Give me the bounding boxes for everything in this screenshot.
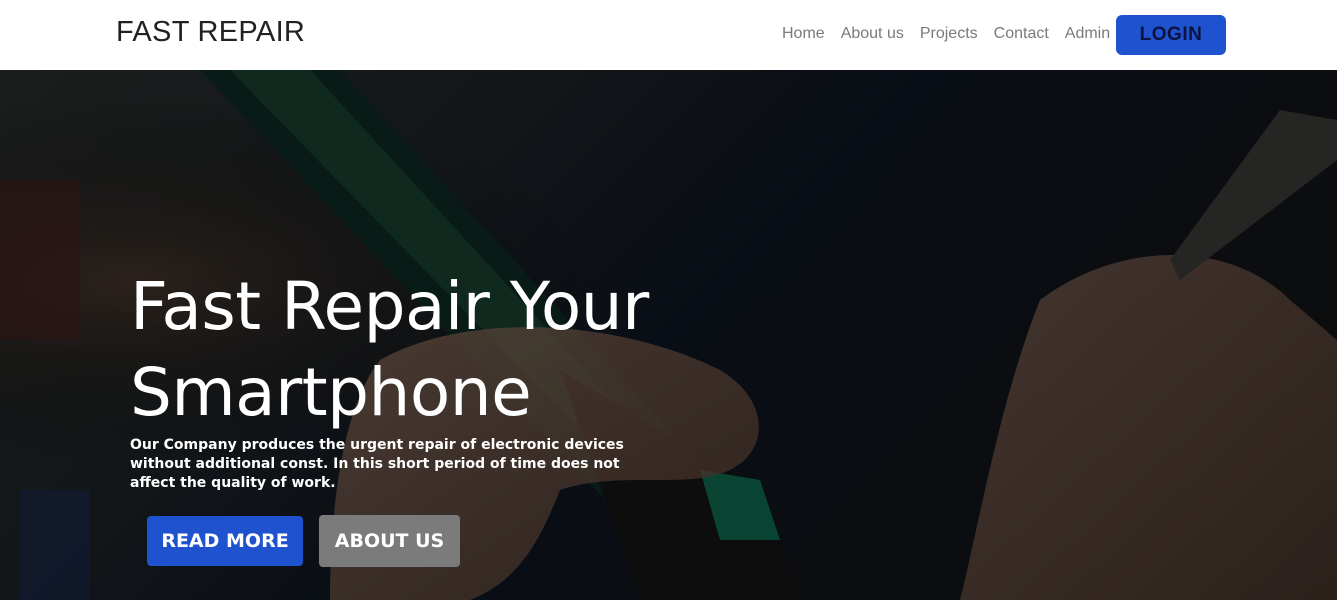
- login-button[interactable]: LOGIN: [1116, 15, 1226, 55]
- brand-logo-text[interactable]: FAST REPAIR: [116, 16, 305, 49]
- hero-description: Our Company produces the urgent repair o…: [130, 437, 624, 491]
- nav-link-home[interactable]: Home: [774, 25, 833, 43]
- nav-link-projects[interactable]: Projects: [912, 25, 986, 43]
- nav-link-contact[interactable]: Contact: [986, 25, 1057, 43]
- nav-link-about-us[interactable]: About us: [833, 25, 912, 43]
- nav-link-admin[interactable]: Admin: [1057, 25, 1118, 43]
- hero-title: Fast Repair Your Smartphone: [130, 268, 649, 431]
- read-more-button[interactable]: READ MORE: [147, 516, 303, 566]
- top-navbar: FAST REPAIR Home About us Projects Conta…: [0, 0, 1337, 70]
- hero-section: Fast Repair Your Smartphone Our Company …: [0, 70, 1337, 600]
- nav-links: Home About us Projects Contact Admin: [774, 25, 1118, 43]
- about-us-button[interactable]: ABOUT US: [319, 515, 460, 567]
- hero-content: Fast Repair Your Smartphone Our Company …: [0, 70, 1337, 600]
